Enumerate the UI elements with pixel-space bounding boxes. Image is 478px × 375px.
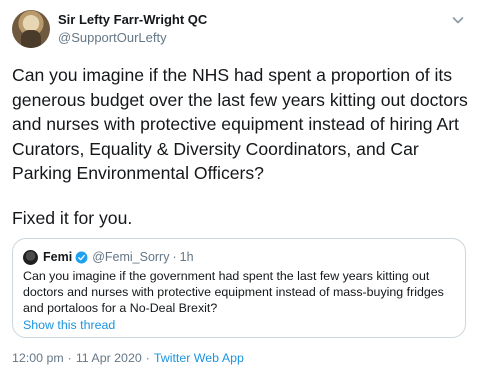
author-avatar[interactable]	[12, 10, 50, 48]
quoted-author-avatar	[23, 249, 38, 265]
author-handle[interactable]: @SupportOurLefty	[58, 30, 207, 46]
quoted-author-display-name: Femi	[43, 250, 73, 264]
author-info[interactable]: Sir Lefty Farr-Wright QC @SupportOurLeft…	[58, 12, 207, 46]
chevron-down-icon[interactable]	[450, 12, 466, 28]
quoted-tweet-header: Femi @Femi_Sorry · 1h	[23, 248, 194, 266]
tweet-header: Sir Lefty Farr-Wright QC @SupportOurLeft…	[12, 8, 466, 52]
quoted-tweet-text: Can you imagine if the government had sp…	[23, 269, 448, 315]
tweet-text: Can you imagine if the NHS had spent a p…	[12, 65, 473, 183]
quoted-author-handle: @Femi_Sorry	[92, 250, 170, 264]
author-display-name[interactable]: Sir Lefty Farr-Wright QC	[58, 12, 207, 28]
meta-separator: ·	[67, 351, 72, 365]
quoted-timestamp: 1h	[179, 250, 194, 264]
show-thread-link[interactable]: Show this thread	[23, 318, 115, 332]
quoted-tweet[interactable]: Femi @Femi_Sorry · 1h Can you imagine if…	[12, 238, 466, 338]
tweet-metadata: 12:00 pm · 11 Apr 2020 · Twitter Web App	[12, 351, 244, 365]
tweet-date[interactable]: 11 Apr 2020	[76, 351, 142, 365]
tweet-addendum: Fixed it for you.	[12, 208, 133, 228]
quoted-separator: ·	[172, 250, 177, 264]
verified-badge-icon	[75, 251, 88, 263]
tweet-source-link[interactable]: Twitter Web App	[154, 351, 244, 365]
meta-separator-2: ·	[145, 351, 150, 365]
tweet-time[interactable]: 12:00 pm	[12, 351, 64, 365]
